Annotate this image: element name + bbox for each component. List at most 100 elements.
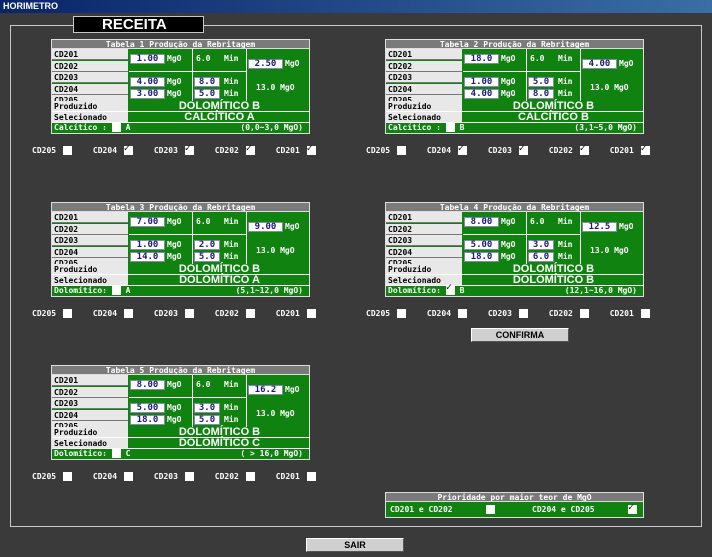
- cd-option: CD203: [488, 309, 528, 318]
- top-mgo-input[interactable]: 2.50: [248, 59, 283, 69]
- divider: [52, 111, 310, 112]
- cd204-value-input[interactable]: 4.00: [464, 89, 499, 99]
- cd-checkbox-cd204[interactable]: [457, 309, 467, 318]
- priority-opt1-checkbox[interactable]: [486, 505, 495, 514]
- cd201-value-input[interactable]: 8.00: [464, 217, 499, 227]
- cd-option: CD202: [548, 143, 589, 155]
- cd203-value-input[interactable]: 5.00: [464, 240, 499, 250]
- cd204-value-input[interactable]: 3.00: [130, 89, 165, 99]
- cd-checkbox-cd202[interactable]: [245, 472, 255, 481]
- cd-checkbox-cd202[interactable]: [579, 143, 589, 155]
- status-letter: A: [125, 123, 131, 132]
- cd-checkbox-cd202[interactable]: [245, 309, 255, 318]
- confirm-button[interactable]: CONFIRMA: [471, 328, 569, 342]
- cd-selection-row-2: CD205 CD204 CD203 CD202 CD201: [366, 143, 671, 155]
- cd-label: CD202: [548, 146, 573, 155]
- table-header: Tabela 3 Produção da Rebritagem: [51, 202, 310, 212]
- cd-checkbox-cd205[interactable]: [62, 309, 72, 318]
- cd201-value-input[interactable]: 8.00: [130, 380, 165, 390]
- status-checkbox[interactable]: [111, 449, 121, 458]
- cd204-value-input[interactable]: 14.0: [130, 252, 165, 262]
- cd204-value-input[interactable]: 18.0: [464, 252, 499, 262]
- cd-option: CD205: [366, 309, 406, 318]
- cd-checkbox-cd201[interactable]: [306, 309, 316, 318]
- min-unit: Min: [224, 54, 239, 63]
- cd204-value-input[interactable]: 18.0: [130, 415, 165, 425]
- cd203-value-input[interactable]: 5.00: [130, 403, 165, 413]
- cd204-min-input[interactable]: 8.0: [528, 89, 554, 99]
- cd203-min-input[interactable]: 3.0: [194, 403, 220, 413]
- priority-body: CD201 e CD202 CD204 e CD205: [385, 502, 644, 518]
- cd-label: CD205: [366, 309, 391, 318]
- cd-checkbox-cd203[interactable]: [184, 472, 194, 481]
- status-checkbox[interactable]: [445, 283, 455, 295]
- cd-checkbox-cd202[interactable]: [579, 309, 589, 318]
- cd-label: CD204: [92, 472, 118, 481]
- cd-checkbox-cd201[interactable]: [306, 472, 316, 481]
- cd-checkbox-cd201[interactable]: [640, 309, 650, 318]
- cd-checkbox-cd201[interactable]: [306, 143, 316, 155]
- status-row: Dolomítico: C ( > 16,0 MgO): [52, 449, 309, 459]
- status-label: Dolomítico:: [54, 449, 107, 458]
- cd-checkbox-cd204[interactable]: [457, 143, 467, 155]
- cd-checkbox-cd205[interactable]: [62, 146, 72, 155]
- top-mgo-input[interactable]: 9.00: [248, 222, 283, 232]
- cd-option: CD202: [215, 143, 255, 155]
- cd203-value-input[interactable]: 1.00: [130, 240, 165, 250]
- cd203-min-input[interactable]: 5.0: [528, 77, 554, 87]
- cd203-min-input[interactable]: 2.0: [194, 240, 220, 250]
- cd-checkbox-cd205[interactable]: [396, 309, 406, 318]
- row-label-cd201: CD201: [52, 49, 128, 60]
- cd203-min-input[interactable]: 8.0: [194, 77, 220, 87]
- top-mgo-input[interactable]: 16.2: [248, 385, 283, 395]
- cd-checkbox-cd201[interactable]: [640, 143, 650, 155]
- min-unit: Min: [558, 77, 573, 86]
- cd-checkbox-cd203[interactable]: [184, 143, 194, 155]
- cd-checkbox-cd203[interactable]: [184, 309, 194, 318]
- mgo-unit: MgO: [167, 217, 182, 226]
- cd203-value-input[interactable]: 1.00: [464, 77, 499, 87]
- status-checkbox[interactable]: [111, 286, 121, 295]
- cd-checkbox-cd204[interactable]: [123, 309, 133, 318]
- status-row: Dolomítico: A (5,1~12,0 MgO): [52, 286, 309, 296]
- cd-selection-row-4: CD205 CD204 CD203 CD202 CD201: [366, 309, 671, 318]
- mgo-unit: MgO: [167, 54, 182, 63]
- min-unit: Min: [558, 217, 573, 226]
- row-label-cd202: CD202: [52, 223, 128, 235]
- cd-label: CD201: [275, 146, 300, 155]
- status-letter: B: [459, 286, 465, 295]
- cd203-min-input[interactable]: 3.0: [528, 240, 554, 250]
- cd204-min-input[interactable]: 6.0: [528, 252, 554, 262]
- cd-checkbox-cd202[interactable]: [245, 143, 255, 155]
- top-mgo-input[interactable]: 12.5: [582, 222, 617, 232]
- min-unit: Min: [224, 89, 239, 98]
- cd204-min-input[interactable]: 5.0: [194, 252, 220, 262]
- mgo-unit: MgO: [167, 403, 182, 412]
- cd-checkbox-cd204[interactable]: [123, 143, 133, 155]
- mgo-unit: MgO: [501, 77, 516, 86]
- divider: [526, 212, 527, 264]
- cd-checkbox-cd205[interactable]: [396, 146, 406, 155]
- cd-checkbox-cd205[interactable]: [62, 472, 72, 481]
- cd-checkbox-cd203[interactable]: [518, 143, 528, 155]
- priority-opt2-checkbox[interactable]: [628, 502, 637, 514]
- row-label-cd204: CD204: [52, 409, 128, 421]
- cd204-min-input[interactable]: 5.0: [194, 415, 220, 425]
- status-checkbox[interactable]: [445, 123, 455, 132]
- table-header: Tabela 1 Produção da Rebritagem: [51, 39, 310, 49]
- min-unit: Min: [224, 252, 239, 261]
- cd-label: CD203: [153, 309, 178, 318]
- cd201-value-input[interactable]: 18.0: [464, 54, 499, 64]
- cd203-value-input[interactable]: 4.00: [130, 77, 165, 87]
- status-range: (5,1~12,0 MgO): [235, 286, 303, 295]
- cd201-value-input[interactable]: 7.00: [130, 217, 165, 227]
- cd201-value-input[interactable]: 1.00: [130, 54, 165, 64]
- exit-button[interactable]: SAIR: [306, 538, 404, 552]
- cd-label: CD205: [32, 146, 57, 155]
- cd-checkbox-cd203[interactable]: [518, 309, 528, 318]
- cd204-min-input[interactable]: 5.0: [194, 89, 220, 99]
- cd-checkbox-cd204[interactable]: [123, 472, 133, 481]
- top-mgo-input[interactable]: 4.00: [582, 59, 617, 69]
- status-checkbox[interactable]: [111, 123, 121, 132]
- mgo-unit: MgO: [167, 77, 182, 86]
